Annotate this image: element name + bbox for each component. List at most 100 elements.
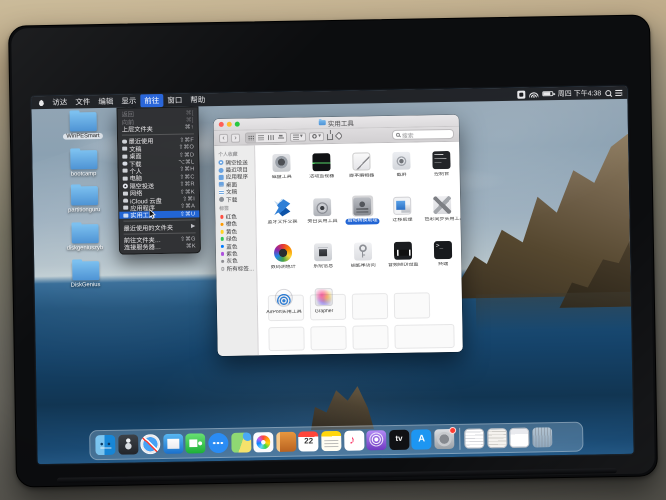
go-menu-item[interactable]: 最近使用的文件夹▶: [119, 223, 199, 232]
app-label: 数码测色计: [269, 264, 298, 271]
dock-mail-icon[interactable]: [163, 434, 183, 454]
desktop-icon: [219, 182, 224, 187]
menu-shortcut: ⇧⌘U: [180, 211, 195, 217]
menubar-item[interactable]: 显示: [117, 94, 140, 107]
airdrop-icon: [123, 183, 128, 188]
app-label: 钥匙串访问: [349, 263, 378, 270]
desktop-folder[interactable]: WinPESmart: [59, 112, 107, 139]
forward-button[interactable]: ›: [231, 133, 240, 142]
app-label: 蓝牙文件交换: [265, 219, 299, 226]
list-view-button[interactable]: [256, 133, 266, 142]
search-field[interactable]: 搜索: [392, 129, 454, 140]
app-item[interactable]: 音频MIDI设置: [383, 237, 424, 283]
app-item[interactable]: 截屏: [381, 147, 422, 193]
dock-stack-pages-icon[interactable]: [487, 428, 507, 448]
icon-view-button[interactable]: [246, 133, 256, 142]
dock-stack-downloads-icon[interactable]: [509, 428, 529, 448]
wifi-icon[interactable]: [530, 91, 539, 97]
dock-appstore-icon[interactable]: [411, 429, 431, 449]
ghost-cell: [310, 294, 346, 321]
menubar-item[interactable]: 文件: [71, 95, 94, 108]
share-icon[interactable]: [327, 134, 333, 141]
app-icon-wrap: [391, 150, 412, 171]
gallery-view-button[interactable]: [276, 132, 286, 141]
dock-tv-icon[interactable]: [389, 430, 409, 450]
console-icon: [432, 150, 450, 168]
dock-facetime-icon[interactable]: [186, 433, 206, 453]
dock-podcasts-icon[interactable]: [366, 430, 386, 450]
menubar-item[interactable]: 帮助: [186, 93, 209, 106]
menubar-item[interactable]: 窗口: [163, 94, 186, 107]
status-area: 周四 下午4:38: [518, 87, 623, 99]
tag-dot-icon: [221, 252, 225, 256]
dock-contacts-icon[interactable]: [276, 432, 296, 452]
column-view-button[interactable]: [266, 132, 276, 141]
app-icon-wrap: [392, 195, 413, 216]
dock-music-icon[interactable]: [344, 430, 364, 450]
dock-safari-icon[interactable]: [140, 434, 160, 454]
go-menu-item[interactable]: 实用工具⇧⌘U: [119, 210, 199, 219]
menubar-item[interactable]: 编辑: [94, 95, 117, 108]
app-item[interactable]: 数码测色计: [263, 240, 304, 286]
ghost-cell: [310, 326, 346, 351]
action-dropdown[interactable]: ▾: [309, 132, 324, 141]
input-source-icon[interactable]: [518, 90, 526, 98]
menubar-item[interactable]: 访达: [48, 96, 71, 109]
app-icon-wrap: [351, 150, 372, 171]
sidebar-item[interactable]: 所有标签…: [220, 264, 256, 272]
app-icon-wrap: [312, 241, 333, 262]
dock-stack-documents-icon[interactable]: [464, 428, 484, 448]
go-menu-item[interactable]: 上层文件夹⌘↑: [118, 124, 198, 133]
back-button[interactable]: ‹: [219, 133, 228, 142]
apple-menu-icon[interactable]: [38, 99, 44, 106]
app-item[interactable]: 启动转换助理: [342, 193, 383, 239]
dock-calendar-icon[interactable]: 22: [298, 431, 318, 451]
dock-finder-icon[interactable]: [95, 435, 115, 455]
app-item[interactable]: 旁白实用工具: [302, 194, 343, 240]
desktop-folder-label: DiskGenius: [71, 282, 101, 289]
tag-icon[interactable]: [335, 132, 343, 140]
group-by-dropdown[interactable]: ▾: [290, 132, 306, 141]
menubar-item[interactable]: 前往: [140, 94, 163, 107]
search-placeholder: 搜索: [402, 130, 414, 139]
dock-notes-icon[interactable]: [321, 431, 341, 451]
window-title: 实用工具: [214, 115, 459, 129]
desktop-folder-label: diskgeniuszyb: [67, 245, 104, 252]
folder-icon: [72, 261, 99, 280]
desktop-folder[interactable]: DiskGenius: [61, 261, 109, 288]
activity-monitor-icon: [312, 153, 330, 171]
battery-icon[interactable]: [543, 91, 554, 97]
desktop-folder[interactable]: bootcamp: [59, 150, 107, 177]
go-menu-item[interactable]: 连接服务器… ⌘K: [120, 243, 200, 252]
spotlight-icon[interactable]: [605, 90, 611, 96]
app-item[interactable]: 色彩同步实用工具: [422, 192, 463, 238]
menu-bar-clock[interactable]: 周四 下午4:38: [558, 88, 602, 99]
download-icon: [122, 161, 127, 166]
dock-launchpad-icon[interactable]: [118, 434, 138, 454]
system-information-icon: [314, 243, 332, 261]
desktop-folder[interactable]: diskgeniuszyb: [61, 224, 109, 251]
screen: 访达文件编辑显示前往窗口帮助 周四 下午4:38 返回⌘[向前⌘]上层文件夹⌘↑…: [31, 86, 633, 464]
app-item[interactable]: 控制台: [421, 147, 462, 193]
app-item[interactable]: 系统信息: [303, 239, 344, 285]
macbook: 访达文件编辑显示前往窗口帮助 周四 下午4:38 返回⌘[向前⌘]上层文件夹⌘↑…: [8, 14, 658, 487]
gear-icon: [312, 134, 318, 140]
app-item[interactable]: 蓝牙文件交换: [262, 195, 303, 241]
menu-shortcut: ⌘K: [186, 243, 196, 249]
app-item[interactable]: 活动监视器: [301, 149, 342, 195]
dock-trash-icon[interactable]: [532, 427, 552, 447]
dock-photos-icon[interactable]: [253, 432, 273, 452]
dock-system-preferences-icon[interactable]: [434, 429, 454, 449]
go-menu-item-label: 连接服务器…: [124, 242, 161, 252]
app-item[interactable]: 钥匙串访问: [343, 238, 384, 284]
desktop-folder[interactable]: partitionguru: [60, 186, 108, 213]
notification-center-icon[interactable]: [615, 89, 622, 95]
dock-messages-icon[interactable]: [208, 433, 228, 453]
app-item[interactable]: 迁移助理: [382, 192, 423, 238]
folder-icon: [123, 213, 128, 217]
dock-maps-icon[interactable]: [231, 432, 251, 452]
sidebar-item[interactable]: 下载: [219, 195, 255, 203]
app-item[interactable]: 磁盘工具: [261, 150, 302, 196]
app-item[interactable]: 终端: [423, 237, 463, 283]
app-item[interactable]: 脚本编辑器: [341, 148, 382, 194]
